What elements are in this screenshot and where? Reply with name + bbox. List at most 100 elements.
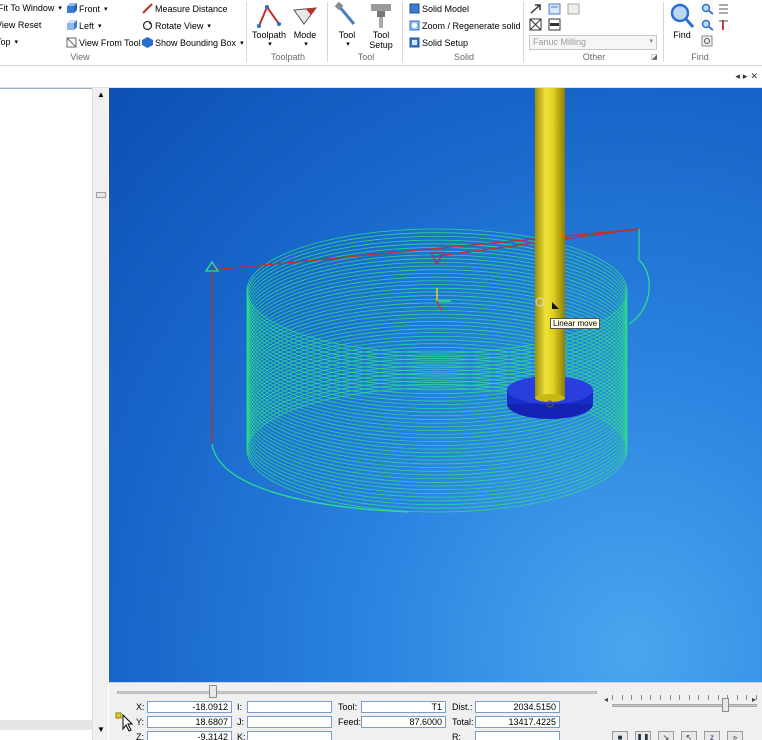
measure-distance-label: Measure Distance: [155, 3, 228, 14]
dist-label: Dist.:: [452, 702, 473, 712]
k-field[interactable]: [247, 731, 332, 740]
top-view-label: Top: [0, 37, 11, 47]
z-field[interactable]: -9.3142: [147, 731, 232, 740]
pause-button[interactable]: ❚❚: [635, 731, 651, 740]
solid-setup-button[interactable]: Solid Setup: [409, 37, 468, 48]
solid-model-button[interactable]: Solid Model: [409, 3, 469, 14]
show-bounding-box-button[interactable]: Show Bounding Box ▾: [142, 37, 244, 48]
move-tooltip: Linear move: [550, 318, 601, 329]
other-group-label: Other: [582, 52, 606, 62]
image-icon[interactable]: [567, 3, 580, 15]
speed-slider-thumb[interactable]: [722, 698, 730, 712]
find-previous-icon[interactable]: [701, 19, 714, 31]
fit-to-window-button[interactable]: Fit To Window ▾: [0, 3, 62, 13]
top-view-button[interactable]: Top▾: [0, 37, 18, 47]
speed-slider-track[interactable]: [612, 704, 757, 707]
x-field[interactable]: -18.0912: [147, 701, 232, 713]
tool-setup-label-2: Setup: [369, 40, 393, 50]
i-field[interactable]: [247, 701, 332, 713]
scroll-down-icon[interactable]: ▼: [97, 725, 105, 734]
speed-decrease-icon[interactable]: ◂: [604, 695, 608, 704]
dxf-icon[interactable]: [548, 18, 561, 31]
zoom-regenerate-button[interactable]: Zoom / Regenerate solid: [409, 20, 521, 31]
toolpath-rings: [246, 228, 628, 513]
rotate-view-button[interactable]: Rotate View ▾: [142, 20, 211, 31]
find-label: Find: [673, 30, 691, 40]
document-strip: ◂ ▸ ✕: [0, 67, 762, 88]
simulation-viewport[interactable]: Linear move: [109, 88, 762, 682]
ribbon: Fit To Window▾ View Reset Top▾ Front▾ Le…: [0, 0, 762, 66]
status-panel: X: -18.0912 Y: 18.6807 Z: -9.3142 I: J: …: [109, 682, 762, 740]
view-reset-button[interactable]: View Reset: [0, 20, 41, 30]
close-icon[interactable]: ✕: [750, 71, 758, 82]
tool-field-label: Tool:: [338, 702, 358, 712]
toolpath-button[interactable]: Toolpath ▾: [251, 2, 287, 50]
scroll-right-icon[interactable]: ▸: [743, 71, 748, 82]
tool-setup-button[interactable]: Tool Setup: [366, 2, 396, 50]
cursor-icon: [115, 712, 134, 732]
total-field[interactable]: 13417.4225: [475, 716, 560, 728]
solid-setup-label: Solid Setup: [422, 37, 469, 48]
toolpath-label: Toolpath: [251, 30, 287, 40]
find-options-icon[interactable]: [701, 35, 714, 47]
toolpath-icon: [257, 4, 281, 28]
fast-forward-button[interactable]: »: [727, 731, 743, 740]
view-reset-label: View Reset: [0, 20, 42, 30]
grid-icon[interactable]: [529, 18, 542, 31]
chevron-down-icon: ▾: [240, 39, 244, 47]
scrollbar-thumb[interactable]: [96, 192, 106, 198]
arrow-diagonal-icon[interactable]: [529, 3, 542, 15]
tool-field[interactable]: T1: [361, 701, 446, 713]
front-view-button[interactable]: Front ▾: [66, 3, 108, 14]
view-from-tool-button[interactable]: View From Tool: [66, 37, 141, 48]
tool-button[interactable]: Tool ▾: [332, 2, 362, 50]
step-icon: ↘: [662, 732, 670, 740]
left-panel-scrollbar[interactable]: ▲ ▼: [92, 88, 108, 740]
chevron-down-icon: ▾: [207, 22, 211, 30]
magnifier-icon: [670, 3, 695, 28]
move-z-icon: z: [710, 732, 714, 740]
find-marker-icon[interactable]: [717, 19, 730, 31]
r-label: R:: [452, 732, 461, 740]
feed-field[interactable]: 87.6000: [361, 716, 446, 728]
find-list-icon[interactable]: [717, 3, 730, 15]
solid-setup-icon: [409, 37, 420, 48]
find-button[interactable]: Find: [667, 2, 697, 40]
dialog-launcher-icon[interactable]: ◪: [651, 53, 658, 61]
ribbon-separator: [327, 2, 328, 62]
rotate-view-label: Rotate View: [155, 20, 204, 31]
ribbon-separator: [402, 2, 403, 62]
chevron-down-icon: ▾: [268, 41, 272, 48]
z-label: Z:: [136, 732, 144, 740]
bounding-box-icon: [142, 37, 153, 48]
j-field[interactable]: [247, 716, 332, 728]
scroll-left-icon[interactable]: ◂: [735, 71, 740, 82]
simulation-slider-thumb[interactable]: [209, 685, 217, 698]
total-label: Total:: [452, 717, 474, 727]
post-processor-select[interactable]: Fanuc Milling ▾: [529, 35, 657, 50]
y-field[interactable]: 18.6807: [147, 716, 232, 728]
tool-label: Tool: [338, 30, 356, 40]
r-field[interactable]: [475, 731, 560, 740]
export-icon[interactable]: [548, 3, 561, 15]
fast-forward-icon: »: [732, 732, 738, 740]
step-back-button[interactable]: ↖: [681, 731, 697, 740]
measure-distance-button[interactable]: Measure Distance: [142, 3, 228, 14]
move-z-button[interactable]: z: [704, 731, 720, 740]
tool-setup-label-1: Tool: [372, 30, 390, 40]
stop-button[interactable]: ■: [612, 731, 628, 740]
left-view-label: Left: [79, 20, 95, 31]
scroll-up-icon[interactable]: ▲: [97, 90, 105, 99]
speed-increase-icon[interactable]: ▸: [752, 695, 756, 704]
left-panel-horizontal-scrollbar[interactable]: [0, 720, 92, 730]
left-view-button[interactable]: Left ▾: [66, 20, 102, 31]
left-panel: ▲ ▼: [0, 88, 108, 740]
simulation-slider-track[interactable]: [117, 691, 597, 694]
view-group-label: View: [70, 52, 90, 62]
left-panel-content: [0, 88, 92, 720]
dist-field[interactable]: 2034.5150: [475, 701, 560, 713]
mode-button[interactable]: Mode ▾: [290, 2, 320, 50]
x-label: X:: [136, 702, 145, 712]
find-next-icon[interactable]: [701, 3, 714, 15]
step-button[interactable]: ↘: [658, 731, 674, 740]
